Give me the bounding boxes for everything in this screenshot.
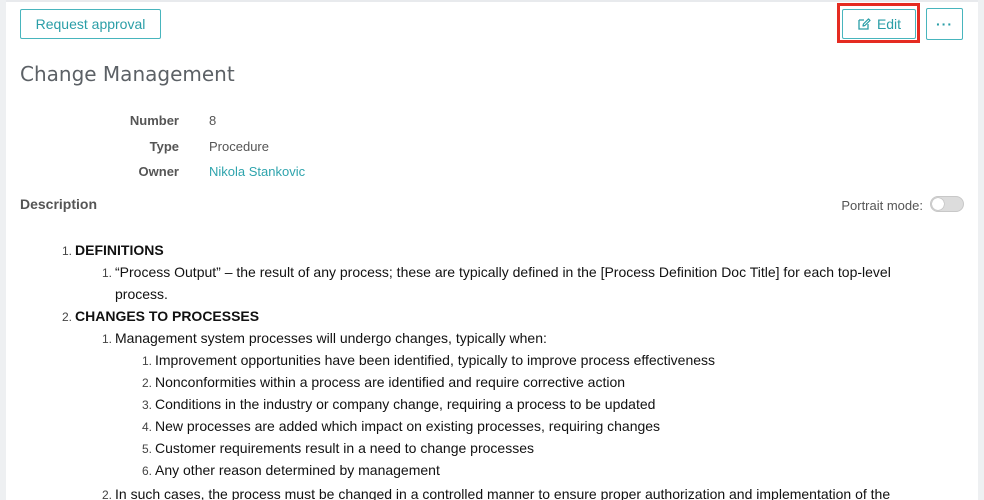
list-number: 1. xyxy=(61,244,72,258)
description-content: 1. DEFINITIONS 1. “Process Output” – the… xyxy=(6,0,978,500)
document-card: Request approval Edit ··· Change Managem… xyxy=(6,0,978,500)
list-number: 2. xyxy=(61,310,72,324)
list-item-text: Management system processes will undergo… xyxy=(115,330,547,346)
section-heading-definitions: DEFINITIONS xyxy=(75,242,164,258)
section-heading-changes: CHANGES TO PROCESSES xyxy=(75,308,260,324)
list-number: 1. xyxy=(101,266,112,280)
list-item-text: Nonconformities within a process are ide… xyxy=(155,374,626,390)
list-item-text: In such cases, the process must be chang… xyxy=(115,486,891,500)
list-item-text: Conditions in the industry or company ch… xyxy=(155,396,656,412)
list-number: 5. xyxy=(141,442,152,456)
list-number: 3. xyxy=(141,398,152,412)
list-number: 1. xyxy=(141,354,152,368)
list-item-text: Improvement opportunities have been iden… xyxy=(155,352,716,368)
list-item-text: Any other reason determined by managemen… xyxy=(155,462,440,478)
list-number: 6. xyxy=(141,464,152,478)
list-number: 2. xyxy=(101,488,112,500)
list-number: 2. xyxy=(141,376,152,390)
list-number: 4. xyxy=(141,420,152,434)
list-item-text: New processes are added which impact on … xyxy=(155,418,661,434)
list-number: 1. xyxy=(101,332,112,346)
list-item-text-continued: process. xyxy=(115,286,168,302)
list-item-text: Customer requirements result in a need t… xyxy=(155,440,534,456)
list-item-text: “Process Output” – the result of any pro… xyxy=(115,264,891,280)
